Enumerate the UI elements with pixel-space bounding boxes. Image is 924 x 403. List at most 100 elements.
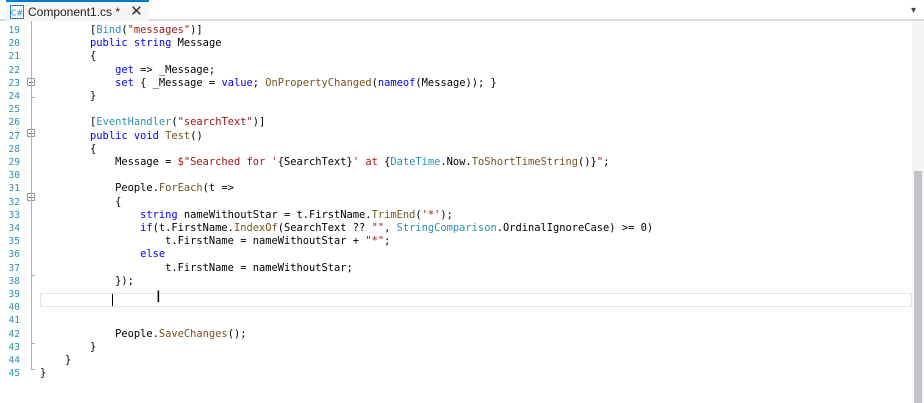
line-number: 30	[8, 170, 20, 182]
code-token: Test	[165, 129, 191, 142]
code-line[interactable]: get => _Message;	[40, 64, 215, 77]
code-token: public	[90, 129, 128, 142]
code-token: Bind	[96, 24, 122, 36]
code-token: }	[90, 90, 97, 102]
tab-component1[interactable]: C# Component1.cs * ✕	[6, 0, 149, 21]
line-number: 26	[8, 117, 20, 129]
code-token: });	[115, 274, 134, 287]
code-token: public	[90, 37, 128, 50]
code-line[interactable]: [EventHandler("searchText")]	[40, 116, 265, 129]
code-line[interactable]: public void Test()	[40, 130, 203, 143]
code-token: else	[140, 248, 166, 261]
line-number: 38	[8, 275, 20, 287]
code-token: => _Message;	[133, 63, 216, 76]
code-token: }	[90, 340, 97, 353]
code-token: ()	[190, 129, 203, 142]
line-number: 44	[8, 355, 20, 366]
code-line[interactable]: {	[40, 196, 121, 209]
code-line[interactable]: public string Message	[40, 37, 221, 50]
line-number: 25	[8, 104, 20, 116]
code-line[interactable]: Message = $"Searched for '{SearchText}' …	[40, 156, 609, 169]
text-caret	[112, 294, 113, 306]
line-number: 28	[8, 143, 20, 155]
vertical-scrollbar[interactable]	[912, 21, 924, 403]
line-number: 34	[8, 223, 20, 234]
outline-line-end	[31, 369, 35, 370]
code-line[interactable]: t.FirstName = nameWithoutStar + "*";	[40, 235, 390, 248]
code-token: {	[115, 195, 122, 208]
tab-bar: C# Component1.cs * ✕ ▾	[0, 0, 924, 21]
code-line[interactable]: }	[40, 354, 71, 367]
code-line[interactable]: People.SaveChanges();	[40, 328, 246, 341]
code-line[interactable]: else	[40, 248, 165, 261]
code-line[interactable]: }	[40, 90, 96, 103]
line-number: 31	[8, 183, 20, 195]
line-number: 45	[8, 368, 20, 380]
line-number: 23	[8, 77, 20, 89]
code-token: (t.FirstName.	[152, 222, 234, 234]
chevron-down-icon[interactable]: ▾	[911, 5, 916, 16]
line-number: 43	[8, 341, 20, 353]
line-number: 29	[8, 157, 20, 168]
code-token: t.FirstName = nameWithoutStar +	[165, 235, 366, 248]
code-token: )]	[190, 24, 203, 36]
line-number: 21	[8, 51, 20, 63]
code-token: ' at	[352, 156, 385, 168]
code-token: "searchText"	[177, 116, 253, 129]
code-line[interactable]: string nameWithoutStar = t.FirstName.Tri…	[40, 209, 453, 222]
code-editor[interactable]: 19 20 21 22 23 24 25 26 27 28 29 30 31 32 33 34 35 36 37 38…	[0, 21, 924, 403]
code-token: $"Searched for '	[177, 156, 278, 168]
csharp-file-icon: C#	[10, 4, 24, 19]
code-token: if	[140, 222, 153, 234]
code-line[interactable]: if(t.FirstName.IndexOf(SearchText ?? "",…	[40, 222, 653, 235]
code-token: OnPropertyChanged	[265, 76, 372, 89]
code-token: ForEach	[158, 182, 203, 195]
code-token: EventHandler	[96, 116, 172, 129]
code-token: )]	[252, 116, 266, 129]
code-token: {	[90, 142, 97, 155]
code-token: TrimEnd	[371, 208, 416, 221]
code-line[interactable]: }	[40, 367, 46, 380]
scrollbar-thumb[interactable]	[914, 171, 922, 403]
code-token: void	[133, 129, 159, 142]
line-number: 41	[8, 315, 20, 327]
close-icon[interactable]: ✕	[130, 4, 143, 19]
line-number: 19	[8, 25, 20, 36]
code-token: string	[133, 37, 172, 50]
code-line[interactable]: set { _Message = value; OnPropertyChange…	[40, 77, 497, 90]
line-number: 42	[8, 328, 20, 340]
line-number: 32	[8, 196, 20, 208]
code-token: DateTime	[390, 156, 441, 168]
code-token: People.	[115, 327, 159, 340]
ibeam-cursor-icon: I	[156, 287, 161, 306]
code-token: ();	[227, 327, 247, 340]
code-token: Message =	[115, 156, 178, 168]
code-token: Message	[171, 37, 222, 50]
code-token: '*'	[421, 208, 441, 221]
code-token: );	[440, 208, 453, 221]
code-line[interactable]: });	[40, 275, 134, 288]
current-line-highlight	[40, 293, 912, 307]
code-token: {	[90, 50, 97, 63]
code-line[interactable]: {	[40, 50, 96, 63]
code-line[interactable]: }	[40, 341, 96, 354]
code-line[interactable]: [Bind("messages")]	[40, 24, 203, 37]
code-token: t.FirstName = nameWithoutStar;	[165, 261, 353, 274]
code-token: get	[115, 63, 134, 76]
code-line[interactable]: {	[40, 143, 96, 156]
code-line[interactable]: People.ForEach(t =>	[40, 182, 234, 195]
line-number: 39	[8, 289, 20, 300]
code-line[interactable]: t.FirstName = nameWithoutStar;	[40, 262, 353, 275]
